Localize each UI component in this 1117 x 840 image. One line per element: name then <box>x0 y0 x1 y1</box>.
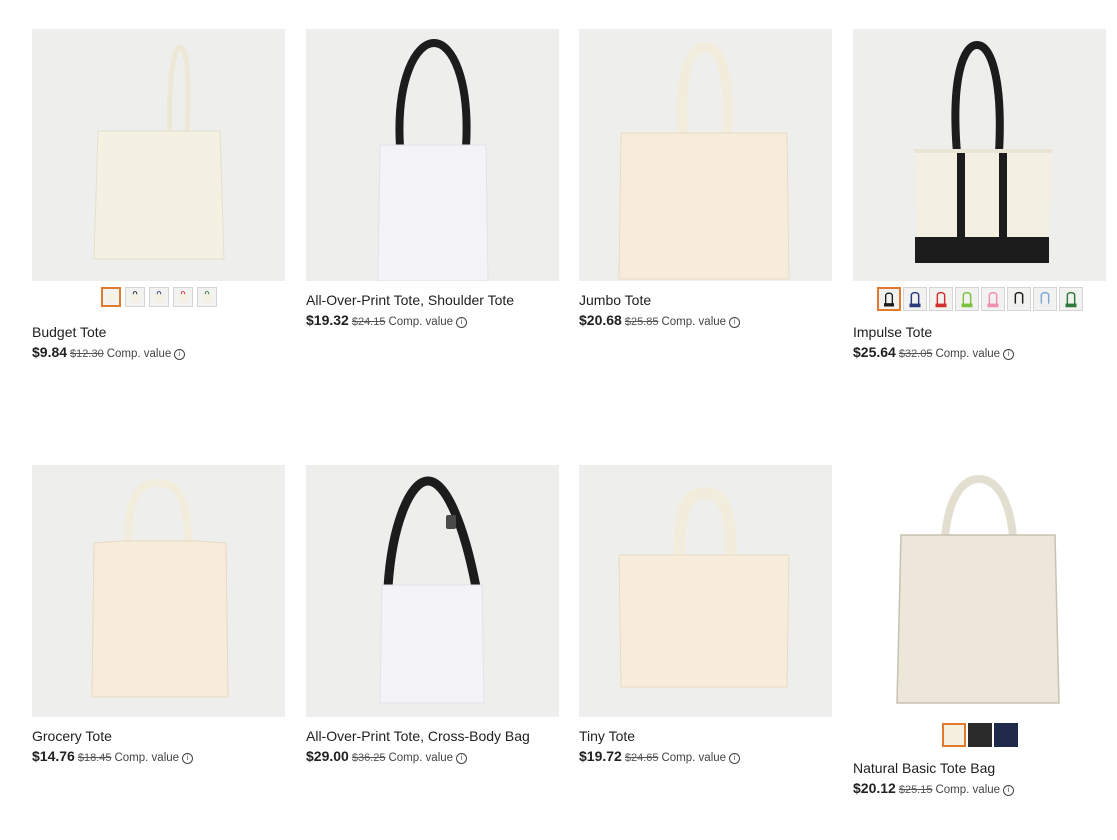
comp-value-label: Comp. value <box>388 752 454 764</box>
product-title[interactable]: Budget Tote <box>32 324 285 341</box>
original-price: $12.30 <box>70 348 104 360</box>
product-title[interactable]: Grocery Tote <box>32 728 285 745</box>
tote-bag-image <box>896 474 1060 704</box>
info-icon[interactable]: i <box>182 753 194 764</box>
swatch-navy[interactable] <box>902 287 927 311</box>
product-image-budget-tote[interactable] <box>32 29 285 281</box>
price-row: $19.32 $24.15 Comp. value i <box>306 312 559 331</box>
product-info: All-Over-Print Tote, Shoulder Tote $19.3… <box>306 292 559 331</box>
color-swatches <box>853 723 1106 747</box>
sale-price: $25.64 <box>853 344 896 360</box>
comp-value-label: Comp. value <box>388 316 454 328</box>
product-image-aop-shoulder-tote[interactable] <box>306 29 559 281</box>
product-image-tiny-tote[interactable] <box>579 465 832 717</box>
swatch-red[interactable] <box>172 287 193 307</box>
price-row: $25.64 $32.05 Comp. value i <box>853 344 1106 363</box>
price-row: $19.72 $24.65 Comp. value i <box>579 748 832 767</box>
sale-price: $20.68 <box>579 312 622 328</box>
product-title[interactable]: Impulse Tote <box>853 324 1106 341</box>
info-icon[interactable]: i <box>729 753 741 764</box>
product-info: Tiny Tote $19.72 $24.65 Comp. value i <box>579 728 832 767</box>
swatch-natural[interactable] <box>100 287 121 307</box>
product-image-grocery-tote[interactable] <box>32 465 285 717</box>
product-image-impulse-tote[interactable] <box>853 29 1106 281</box>
product-image-jumbo-tote[interactable] <box>579 29 832 281</box>
price-row: $14.76 $18.45 Comp. value i <box>32 748 285 767</box>
comp-value-label: Comp. value <box>661 316 727 328</box>
comp-value-label: Comp. value <box>114 752 180 764</box>
swatch-green[interactable] <box>1058 287 1083 311</box>
color-swatches <box>32 287 285 311</box>
product-title[interactable]: Natural Basic Tote Bag <box>853 760 1106 777</box>
tote-bag-image <box>377 38 489 281</box>
swatch-lime[interactable] <box>954 287 979 311</box>
comp-value-label: Comp. value <box>106 348 172 360</box>
sale-price: $9.84 <box>32 344 68 360</box>
swatch-pink[interactable] <box>980 287 1005 311</box>
tote-bag-image <box>618 486 790 688</box>
original-price: $18.45 <box>77 752 112 764</box>
comp-value-label: Comp. value <box>935 348 1001 360</box>
product-image-aop-cross-body-bag[interactable] <box>306 465 559 717</box>
color-swatches <box>853 287 1106 311</box>
product-info: Grocery Tote $14.76 $18.45 Comp. value i <box>32 728 285 767</box>
tote-bag-image <box>618 41 790 280</box>
product-title[interactable]: All-Over-Print Tote, Shoulder Tote <box>306 292 559 309</box>
swatch-black-alt[interactable] <box>1006 287 1031 311</box>
original-price: $24.15 <box>351 316 386 328</box>
tote-bag-image <box>93 44 225 260</box>
sale-price: $29.00 <box>306 748 349 764</box>
original-price: $32.05 <box>898 348 933 360</box>
product-title[interactable]: Tiny Tote <box>579 728 832 745</box>
product-image-natural-basic-tote-bag[interactable] <box>853 465 1106 717</box>
info-icon[interactable]: i <box>456 753 468 764</box>
product-info: Natural Basic Tote Bag $20.12 $25.15 Comp.… <box>853 760 1106 799</box>
swatch-natural[interactable] <box>941 723 966 747</box>
product-info: Budget Tote $9.84 $12.30 Comp. value i <box>32 324 285 363</box>
product-title[interactable]: All-Over-Print Tote, Cross-Body Bag <box>306 728 559 745</box>
swatch-black[interactable] <box>876 287 901 311</box>
original-price: $25.15 <box>898 784 933 796</box>
product-info: All-Over-Print Tote, Cross-Body Bag $29.… <box>306 728 559 767</box>
price-row: $29.00 $36.25 Comp. value i <box>306 748 559 767</box>
swatch-green[interactable] <box>196 287 217 307</box>
tote-bag-image <box>379 476 485 704</box>
swatch-navy[interactable] <box>148 287 169 307</box>
swatch-light-blue[interactable] <box>1032 287 1057 311</box>
swatch-navy[interactable] <box>993 723 1018 747</box>
sale-price: $19.72 <box>579 748 622 764</box>
info-icon[interactable]: i <box>1003 349 1015 360</box>
swatch-black[interactable] <box>124 287 145 307</box>
info-icon[interactable]: i <box>1003 785 1015 796</box>
swatch-red[interactable] <box>928 287 953 311</box>
sale-price: $14.76 <box>32 748 75 764</box>
product-info: Jumbo Tote $20.68 $25.85 Comp. value i <box>579 292 832 331</box>
original-price: $36.25 <box>351 752 386 764</box>
info-icon[interactable]: i <box>174 349 186 360</box>
tote-bag-image <box>913 40 1053 263</box>
product-title[interactable]: Jumbo Tote <box>579 292 832 309</box>
tote-bag-image <box>91 478 229 698</box>
info-icon[interactable]: i <box>456 317 468 328</box>
price-row: $20.12 $25.15 Comp. value i <box>853 780 1106 799</box>
sale-price: $20.12 <box>853 780 896 796</box>
comp-value-label: Comp. value <box>935 784 1001 796</box>
sale-price: $19.32 <box>306 312 349 328</box>
original-price: $24.65 <box>624 752 659 764</box>
price-row: $20.68 $25.85 Comp. value i <box>579 312 832 331</box>
price-row: $9.84 $12.30 Comp. value i <box>32 344 285 363</box>
swatch-black[interactable] <box>967 723 992 747</box>
info-icon[interactable]: i <box>729 317 741 328</box>
product-info: Impulse Tote $25.64 $32.05 Comp. value i <box>853 324 1106 363</box>
original-price: $25.85 <box>624 316 659 328</box>
comp-value-label: Comp. value <box>661 752 727 764</box>
